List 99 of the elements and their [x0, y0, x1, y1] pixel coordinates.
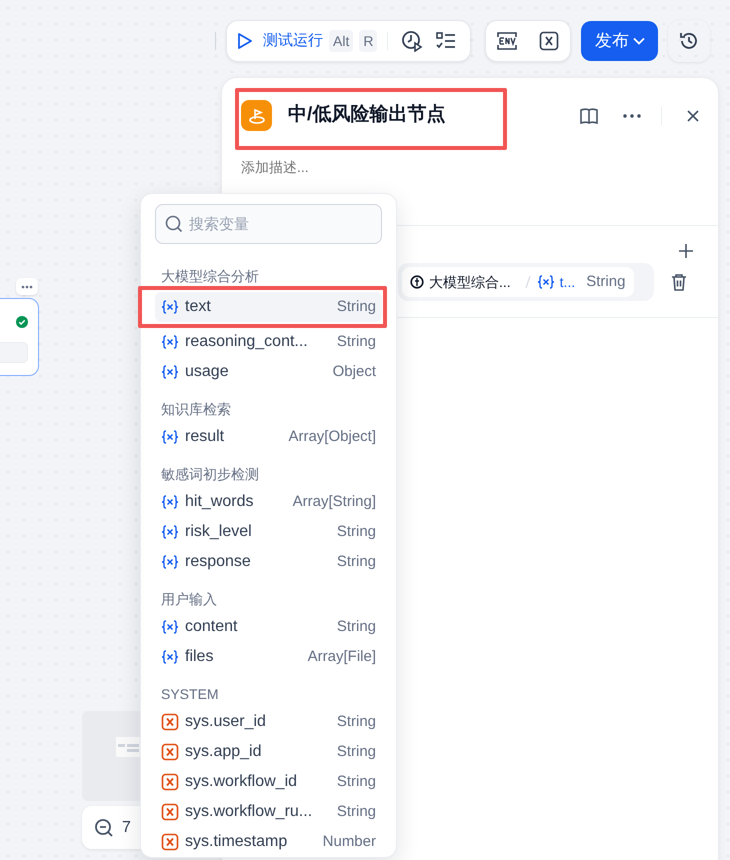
variable-option[interactable]: content String	[155, 612, 382, 642]
checklist-icon	[436, 32, 456, 50]
variable-type: Array[File]	[308, 646, 376, 667]
zoom-level: 7	[122, 818, 131, 838]
variable-type: String	[336, 552, 376, 572]
variable-type: Object	[332, 362, 376, 382]
variable-option[interactable]: sys.workflow_ru... String	[155, 797, 382, 827]
publish-button[interactable]: 发布	[581, 21, 658, 61]
history-icon	[679, 31, 699, 51]
system-variable-icon	[161, 713, 179, 731]
variable-icon	[161, 334, 179, 350]
group-label: 敏感词初步检测	[161, 465, 260, 484]
variable-type: String	[336, 712, 376, 732]
more-icon	[623, 114, 641, 118]
caret-icon	[633, 37, 645, 45]
system-variable-icon	[161, 833, 179, 851]
variable-option[interactable]: result Array[Object]	[155, 422, 382, 452]
more-icon	[21, 284, 33, 288]
variable-option[interactable]: sys.workflow_id String	[155, 767, 382, 797]
shortcut-key: R	[359, 30, 378, 52]
zoom-out-icon	[94, 818, 114, 838]
variable-name: t...	[560, 272, 576, 292]
variable-source: 大模型综合...	[429, 272, 511, 292]
variable-type: Number	[322, 832, 376, 852]
variable-name: text	[185, 297, 212, 317]
variable-name: files	[185, 647, 214, 667]
variable-icon	[161, 364, 179, 380]
workflow-node[interactable]	[0, 298, 39, 376]
test-run-button[interactable]: 测试运行	[237, 30, 323, 52]
variable-option[interactable]: reasoning_cont... String	[155, 327, 382, 357]
variable-name: hit_words	[185, 492, 254, 512]
group-label: SYSTEM	[161, 685, 220, 704]
variable-type: String	[336, 296, 376, 317]
variable-name: usage	[185, 362, 230, 382]
variable-name: reasoning_cont...	[185, 332, 309, 352]
more-button[interactable]	[16, 278, 38, 295]
variable-icon	[161, 649, 179, 665]
variable-option[interactable]: usage Object	[155, 357, 382, 387]
system-variable-icon	[161, 803, 179, 821]
variable-icon	[536, 274, 555, 290]
variable-option[interactable]: sys.user_id String	[155, 707, 382, 737]
variable-reference-field[interactable]: 大模型综合... t... String	[402, 267, 634, 297]
separator-icon	[524, 274, 532, 290]
variable-type: String	[336, 522, 376, 542]
search-field[interactable]: 搜索变量	[155, 204, 382, 244]
variable-icon	[161, 494, 179, 510]
group-label: 大模型综合分析	[161, 267, 260, 286]
system-variable-icon	[161, 743, 179, 761]
description-field[interactable]: 添加描述...	[241, 157, 541, 178]
variable-option[interactable]: sys.timestamp Number	[155, 827, 382, 857]
variable-name: response	[185, 552, 252, 572]
variable-icon	[161, 429, 179, 445]
variable-name: sys.workflow_id	[185, 772, 298, 792]
variable-option[interactable]: files Array[File]	[155, 642, 382, 672]
variable-type: String	[336, 772, 376, 792]
variable-name: result	[185, 427, 226, 447]
variable-option[interactable]: hit_words Array[String]	[155, 487, 382, 517]
variable-icon	[161, 524, 179, 540]
variable-option[interactable]: risk_level String	[155, 517, 382, 547]
play-icon	[237, 32, 253, 50]
variable-option[interactable]: text String	[155, 292, 382, 322]
variable-icon	[161, 554, 179, 570]
more-button[interactable]	[623, 114, 641, 118]
zoom-out-button[interactable]	[94, 818, 114, 838]
variable-icon	[161, 299, 179, 315]
variable-name: sys.workflow_ru...	[185, 802, 314, 822]
trash-icon	[670, 273, 688, 291]
add-button[interactable]	[679, 244, 693, 258]
variable-type: String	[586, 272, 626, 292]
variable-type: String	[336, 332, 376, 352]
close-button[interactable]	[686, 108, 700, 122]
plus-icon	[679, 244, 693, 258]
variable-name: sys.app_id	[185, 742, 262, 762]
book-icon	[579, 106, 599, 124]
variable-option[interactable]: sys.app_id String	[155, 737, 382, 767]
delete-button[interactable]	[670, 273, 688, 291]
variable-name: risk_level	[185, 522, 253, 542]
close-icon	[686, 108, 700, 122]
variable-type: Array[Object]	[288, 426, 376, 447]
shortcut-key: Alt	[329, 30, 354, 52]
clock-play-icon	[401, 30, 424, 52]
success-icon	[16, 316, 28, 328]
system-variable-icon	[161, 773, 179, 791]
flag-icon	[248, 106, 266, 124]
env-icon	[496, 31, 518, 51]
variable-name: sys.user_id	[185, 712, 267, 732]
node-title[interactable]: 中/低风险输出节点	[288, 101, 563, 130]
variable-type: Array[String]	[292, 492, 376, 512]
variable-icon	[161, 619, 179, 635]
docs-button[interactable]	[579, 106, 599, 124]
variable-name: sys.timestamp	[185, 832, 288, 852]
variable-type: String	[336, 616, 376, 637]
group-label: 用户输入	[161, 590, 218, 609]
group-label: 知识库检索	[161, 400, 232, 419]
variable-option[interactable]: response String	[155, 547, 382, 577]
variable-icon	[539, 31, 559, 51]
variable-name: content	[185, 617, 238, 637]
variable-type: String	[336, 742, 376, 762]
variable-type: String	[336, 802, 376, 822]
